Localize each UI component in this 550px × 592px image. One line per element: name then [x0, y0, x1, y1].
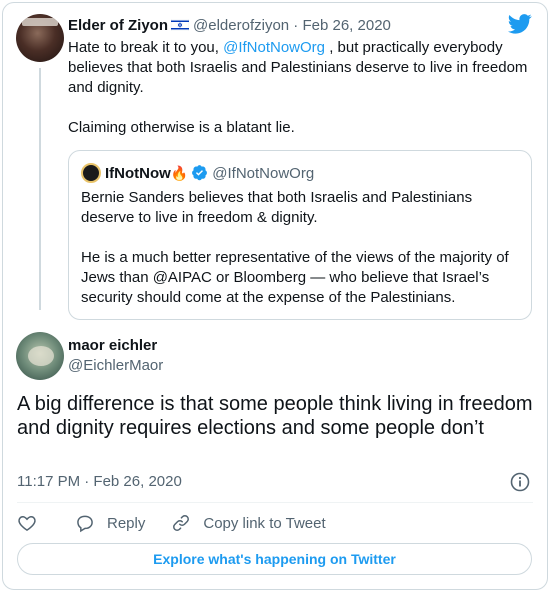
fire-emoji-icon: 🔥	[170, 165, 189, 181]
thread-connector-line	[39, 68, 41, 310]
parent-tweet-header: Elder of Ziyon @elderofziyon · Feb 26, 20…	[68, 16, 391, 36]
copy-link-label: Copy link to Tweet	[203, 514, 326, 532]
heart-icon	[18, 515, 36, 531]
mention-link[interactable]: @IfNotNowOrg	[223, 39, 325, 56]
quoted-paragraph-2: He is a much better representative of th…	[81, 249, 509, 306]
tweet-timestamp[interactable]: 11:17 PM · Feb 26, 2020	[17, 472, 182, 492]
info-icon[interactable]	[510, 472, 530, 492]
parent-author-avatar[interactable]	[16, 14, 64, 62]
header-separator: ·	[293, 17, 299, 34]
quoted-author-handle: @IfNotNowOrg	[212, 165, 315, 182]
quoted-tweet[interactable]: IfNotNow🔥 @IfNotNowOrg Bernie Sanders bel…	[68, 150, 532, 320]
twitter-bird-icon[interactable]	[508, 14, 532, 34]
actions-divider	[17, 502, 533, 503]
quoted-author-avatar	[81, 163, 101, 183]
main-author-handle[interactable]: @EichlerMaor	[68, 356, 163, 376]
parent-author-name[interactable]: Elder of Ziyon	[68, 17, 168, 34]
tweet-actions-bar: Reply Copy link to Tweet	[17, 512, 352, 534]
quoted-tweet-text: Bernie Sanders believes that both Israel…	[81, 188, 521, 328]
parent-author-handle[interactable]: @elderofziyon	[193, 17, 289, 34]
main-tweet-text: A big difference is that some people thi…	[17, 393, 533, 439]
like-button[interactable]	[17, 513, 49, 533]
main-author-avatar[interactable]	[16, 332, 64, 380]
quoted-tweet-header: IfNotNow🔥 @IfNotNowOrg	[105, 163, 314, 184]
copy-link-button[interactable]: Copy link to Tweet	[171, 513, 326, 533]
quoted-author-name: IfNotNow	[105, 165, 171, 182]
parent-text-intro: Hate to break it to you,	[68, 39, 219, 56]
parent-text-second: Claiming otherwise is a blatant lie.	[68, 119, 295, 136]
main-author-name[interactable]: maor eichler	[68, 336, 157, 356]
verified-badge-icon	[192, 165, 208, 181]
quoted-paragraph-1: Bernie Sanders believes that both Israel…	[81, 189, 473, 226]
reply-button[interactable]: Reply	[75, 513, 145, 533]
reply-bubble-icon	[77, 515, 93, 533]
parent-tweet-date[interactable]: Feb 26, 2020	[302, 17, 390, 34]
israel-flag-icon	[171, 19, 190, 31]
reply-label: Reply	[107, 514, 146, 532]
parent-tweet-text: Hate to break it to you, @IfNotNowOrg , …	[68, 38, 534, 158]
explore-twitter-button[interactable]: Explore what's happening on Twitter	[17, 543, 532, 575]
link-chain-icon	[173, 515, 190, 531]
